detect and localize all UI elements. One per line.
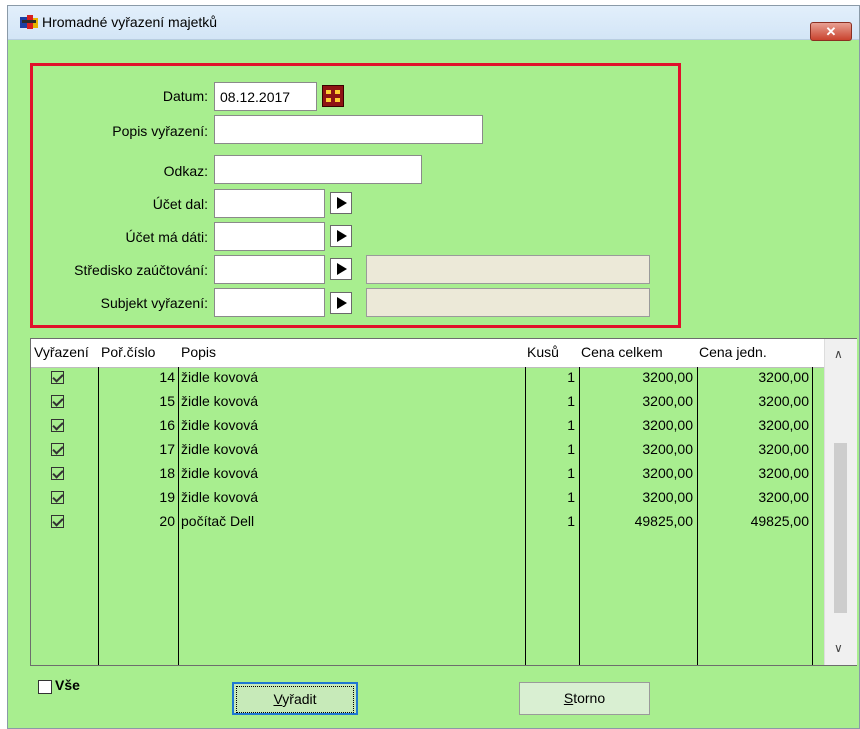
title-bar: Hromadné vyřazení majetků — [8, 6, 859, 40]
cell-por-cislo: 19 — [159, 489, 175, 505]
stredisko-arrow-icon[interactable] — [330, 258, 352, 280]
select-all-label: Vše — [55, 677, 80, 693]
checkbox-checked-icon[interactable] — [51, 491, 64, 504]
checkbox-checked-icon[interactable] — [51, 419, 64, 432]
vertical-scrollbar[interactable]: ∧ ∨ — [824, 339, 857, 665]
vyradit-label: yřadit — [282, 691, 317, 707]
cell-kusu: 1 — [567, 465, 575, 481]
subjekt-label: Subjekt vyřazení: — [100, 295, 208, 311]
ucet-dal-arrow-icon[interactable] — [330, 192, 352, 214]
cell-cena-celkem: 3200,00 — [642, 369, 693, 385]
cell-kusu: 1 — [567, 369, 575, 385]
asset-grid[interactable]: Vyřazení Poř.číslo Popis Kusů Cena celke… — [30, 338, 857, 666]
app-icon — [20, 15, 38, 29]
grid-header: Vyřazení Poř.číslo Popis Kusů Cena celke… — [31, 339, 824, 368]
ucet-dal-label: Účet dal: — [152, 196, 208, 212]
cell-cena-jedn: 3200,00 — [758, 489, 809, 505]
column-header-kusu[interactable]: Kusů — [527, 344, 559, 360]
column-header-vyrazeni[interactable]: Vyřazení — [34, 344, 89, 360]
calendar-icon[interactable] — [322, 85, 344, 107]
cell-cena-celkem: 3200,00 — [642, 441, 693, 457]
stredisko-name-field — [366, 255, 650, 284]
cell-cena-jedn: 49825,00 — [750, 513, 809, 529]
table-row[interactable]: 17 židle kovová 1 3200,00 3200,00 — [31, 439, 824, 463]
cell-kusu: 1 — [567, 513, 575, 529]
cell-por-cislo: 16 — [159, 417, 175, 433]
table-row[interactable]: 19 židle kovová 1 3200,00 3200,00 — [31, 487, 824, 511]
column-header-popis[interactable]: Popis — [181, 344, 216, 360]
popis-label: Popis vyřazení: — [112, 123, 208, 139]
odkaz-label: Odkaz: — [163, 163, 208, 179]
storno-label: torno — [573, 690, 606, 706]
table-row[interactable]: 14 židle kovová 1 3200,00 3200,00 — [31, 367, 824, 391]
cell-popis: židle kovová — [181, 441, 259, 457]
cell-cena-celkem: 3200,00 — [642, 417, 693, 433]
cell-cena-jedn: 3200,00 — [758, 441, 809, 457]
select-all-checkbox[interactable] — [38, 680, 52, 694]
cell-popis: židle kovová — [181, 489, 259, 505]
cell-cena-jedn: 3200,00 — [758, 465, 809, 481]
checkbox-checked-icon[interactable] — [51, 371, 64, 384]
cell-cena-celkem: 49825,00 — [634, 513, 693, 529]
cell-popis: židle kovová — [181, 393, 259, 409]
cell-popis: židle kovová — [181, 465, 259, 481]
ucet-ma-dati-label: Účet má dáti: — [125, 229, 208, 245]
storno-button[interactable]: Storno — [519, 682, 650, 715]
subjekt-field[interactable] — [214, 288, 325, 317]
stredisko-field[interactable] — [214, 255, 325, 284]
column-header-cena-celkem[interactable]: Cena celkem — [581, 344, 663, 360]
checkbox-checked-icon[interactable] — [51, 515, 64, 528]
ucet-dal-field[interactable] — [214, 189, 325, 218]
cell-por-cislo: 15 — [159, 393, 175, 409]
cell-cena-celkem: 3200,00 — [642, 489, 693, 505]
vyradit-button[interactable]: Vyřadit — [232, 682, 358, 715]
cell-kusu: 1 — [567, 489, 575, 505]
cell-por-cislo: 14 — [159, 369, 175, 385]
cell-cena-jedn: 3200,00 — [758, 369, 809, 385]
table-row[interactable]: 18 židle kovová 1 3200,00 3200,00 — [31, 463, 824, 487]
chevron-down-icon[interactable]: ∨ — [834, 641, 843, 655]
table-row[interactable]: 16 židle kovová 1 3200,00 3200,00 — [31, 415, 824, 439]
window-title: Hromadné vyřazení majetků — [42, 14, 218, 30]
cell-popis: židle kovová — [181, 417, 259, 433]
cell-popis: počítač Dell — [181, 513, 255, 529]
subjekt-name-field — [366, 288, 650, 317]
popis-field[interactable] — [214, 115, 483, 144]
scrollbar-thumb[interactable] — [834, 443, 847, 613]
column-header-por-cislo[interactable]: Poř.číslo — [101, 344, 155, 360]
cell-cena-jedn: 3200,00 — [758, 393, 809, 409]
close-button[interactable]: ✕ — [810, 22, 852, 41]
cell-por-cislo: 20 — [159, 513, 175, 529]
storno-mnemonic: S — [563, 690, 574, 706]
cell-kusu: 1 — [567, 441, 575, 457]
odkaz-field[interactable] — [214, 155, 422, 184]
column-header-cena-jedn[interactable]: Cena jedn. — [699, 344, 767, 360]
cell-kusu: 1 — [567, 393, 575, 409]
datum-field[interactable]: 08.12.2017 — [214, 82, 317, 111]
cell-cena-jedn: 3200,00 — [758, 417, 809, 433]
cell-por-cislo: 17 — [159, 441, 175, 457]
cell-por-cislo: 18 — [159, 465, 175, 481]
cell-popis: židle kovová — [181, 369, 259, 385]
table-row[interactable]: 20 počítač Dell 1 49825,00 49825,00 — [31, 511, 824, 535]
table-row[interactable]: 15 židle kovová 1 3200,00 3200,00 — [31, 391, 824, 415]
cell-cena-celkem: 3200,00 — [642, 393, 693, 409]
datum-label: Datum: — [162, 88, 208, 104]
stredisko-label: Středisko zaúčtování: — [74, 262, 208, 278]
checkbox-checked-icon[interactable] — [51, 443, 64, 456]
checkbox-checked-icon[interactable] — [51, 467, 64, 480]
chevron-up-icon[interactable]: ∧ — [834, 347, 843, 361]
subjekt-arrow-icon[interactable] — [330, 292, 352, 314]
ucet-ma-dati-field[interactable] — [214, 222, 325, 251]
cell-cena-celkem: 3200,00 — [642, 465, 693, 481]
close-icon: ✕ — [825, 24, 837, 39]
vyradit-mnemonic: V — [273, 691, 283, 707]
checkbox-checked-icon[interactable] — [51, 395, 64, 408]
cell-kusu: 1 — [567, 417, 575, 433]
ucet-ma-dati-arrow-icon[interactable] — [330, 225, 352, 247]
